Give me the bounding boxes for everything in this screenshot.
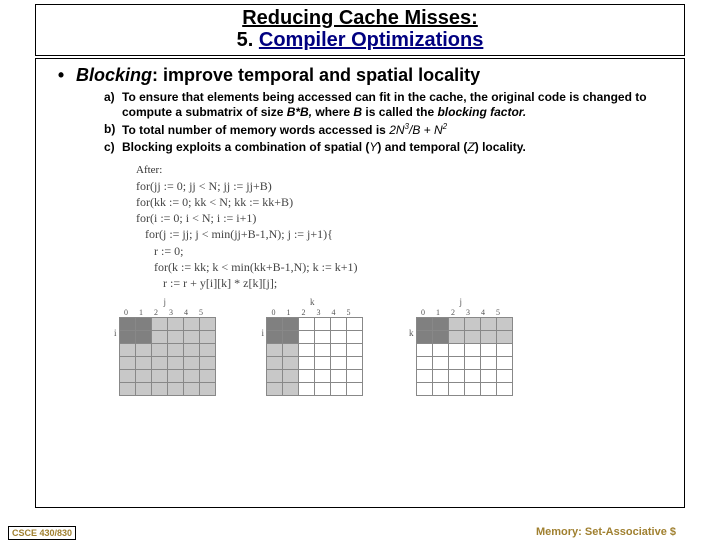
matrix-y: k i 012345 [262,297,364,396]
sub-b-text: To total number of memory words accessed… [122,122,674,138]
code-l1: for(jj := 0; jj < N; jj := jj+B) [136,178,674,194]
code-l5: r := 0; [136,243,674,259]
matrix-xlabel: k [310,297,315,307]
title-line-2: 5. Compiler Optimizations [36,29,684,51]
matrix-grid [119,317,216,396]
matrix-ticks: 012345 [416,308,513,317]
code-label: After: [136,163,674,178]
code-l2: for(kk := 0; kk < N; kk := kk+B) [136,194,674,210]
headline: Blocking: improve temporal and spatial l… [76,65,480,86]
title-box: Reducing Cache Misses: 5. Compiler Optim… [35,4,685,56]
body-box: • Blocking: improve temporal and spatial… [35,58,685,508]
matrix-ylabel: i [262,328,265,396]
sub-b: b) To total number of memory words acces… [104,122,674,138]
sub-c-text: Blocking exploits a combination of spati… [122,140,674,155]
code-l6: for(k := kk; k < min(kk+B-1,N); k := k+1… [136,259,674,275]
sub-b-label: b) [104,122,122,138]
title-subtitle: Compiler Optimizations [259,29,483,51]
code-l7: r := r + y[i][k] * z[k][j]; [136,275,674,291]
bullet-icon: • [46,65,76,86]
matrix-ticks: 012345 [119,308,216,317]
matrix-z: j k 012345 [409,297,513,396]
matrix-x: j i 012345 [114,297,216,396]
sub-c: c) Blocking exploits a combination of sp… [104,140,674,155]
matrix-ticks: 012345 [266,308,363,317]
title-number: 5. [237,29,254,51]
matrix-ylabel: i [114,328,117,396]
diagrams: ji012345ki012345jk012345 [114,297,674,396]
code-l4: for(j := jj; j < min(jj+B-1,N); j := j+1… [136,226,674,242]
sub-a-label: a) [104,90,122,120]
footer-right: Memory: Set-Associative $ [536,526,676,538]
headline-row: • Blocking: improve temporal and spatial… [46,65,674,86]
matrix-xlabel: j [460,297,463,307]
footer-left: CSCE 430/830 [8,526,76,540]
code-l3: for(i := 0; i < N; i := i+1) [136,210,674,226]
matrix-xlabel: j [164,297,167,307]
sub-a: a) To ensure that elements being accesse… [104,90,674,120]
matrix-grid [416,317,513,396]
title-line-1: Reducing Cache Misses: [36,7,684,29]
sub-a-text: To ensure that elements being accessed c… [122,90,674,120]
matrix-ylabel: k [409,328,414,396]
sub-c-label: c) [104,140,122,155]
sublist: a) To ensure that elements being accesse… [104,90,674,155]
matrix-grid [266,317,363,396]
headline-term: Blocking [76,65,152,85]
headline-rest: : improve temporal and spatial locality [152,65,480,85]
code-block: After: for(jj := 0; jj < N; jj := jj+B) … [136,163,674,291]
